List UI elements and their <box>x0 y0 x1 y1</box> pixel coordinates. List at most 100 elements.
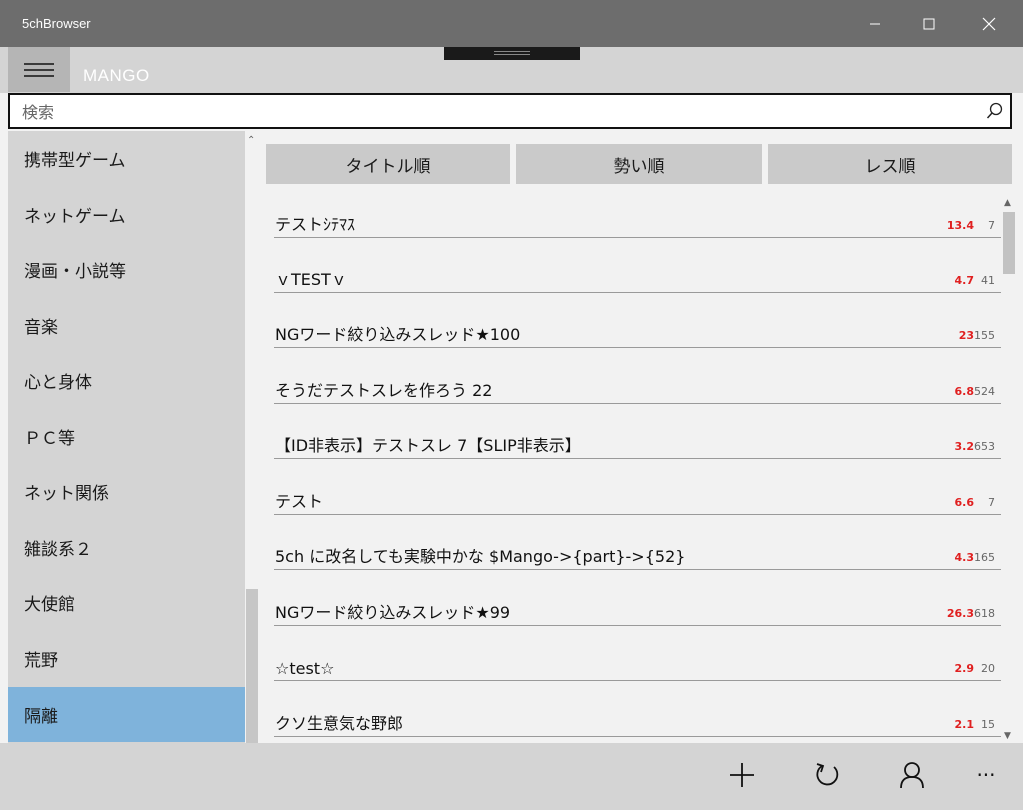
thread-title: NGワード絞り込みスレッド★100 <box>275 325 521 344</box>
sort-title-button[interactable]: タイトル順 <box>266 144 510 184</box>
category-label: ＰＣ等 <box>24 429 75 449</box>
maximize-icon <box>923 18 935 29</box>
account-button[interactable] <box>892 755 932 795</box>
minimize-button[interactable] <box>852 0 898 47</box>
thread-row[interactable]: そうだテストスレを作ろう 22 6.8 524 <box>274 364 1001 404</box>
category-label: 大使館 <box>24 595 75 615</box>
thread-res-count: 41 <box>981 274 995 287</box>
thread-res-count: 7 <box>988 496 995 509</box>
category-label: 漫画・小説等 <box>24 262 126 282</box>
sort-momentum-button[interactable]: 勢い順 <box>516 144 762 184</box>
thread-title: 5ch に改名しても実験中かな $Mango->{part}->{52} <box>275 547 686 566</box>
user-icon <box>900 762 924 789</box>
category-item[interactable]: 音楽 <box>8 298 245 353</box>
thread-res-count: 524 <box>974 385 995 398</box>
thread-row[interactable]: テストｼﾃﾏｽ 13.4 7 <box>274 198 1001 238</box>
thread-momentum: 2.1 <box>954 718 975 731</box>
thread-title: そうだテストスレを作ろう 22 <box>275 381 493 400</box>
thread-momentum: 3.2 <box>954 440 975 453</box>
more-icon: ··· <box>976 763 996 787</box>
new-thread-button[interactable] <box>722 755 762 795</box>
category-item-selected[interactable]: 隔離 <box>8 687 245 742</box>
thread-res-count: 15 <box>981 718 995 731</box>
thread-momentum: 23 <box>958 329 974 342</box>
refresh-icon <box>816 763 839 786</box>
plus-icon <box>730 763 754 787</box>
thread-row[interactable]: 5ch に改名しても実験中かな $Mango->{part}->{52} 4.3… <box>274 530 1001 570</box>
thread-title: 【ID非表示】テストスレ 7【SLIP非表示】 <box>275 436 581 455</box>
category-item[interactable]: ネット関係 <box>8 464 245 519</box>
thread-momentum: 26.3 <box>946 607 974 620</box>
thread-momentum: 4.7 <box>954 274 975 287</box>
category-item[interactable]: 雑談系２ <box>8 520 245 575</box>
thread-res-count: 618 <box>974 607 995 620</box>
sort-title-label: タイトル順 <box>345 156 431 177</box>
thread-row[interactable]: NGワード絞り込みスレッド★100 23 155 <box>274 308 1001 348</box>
drag-handle[interactable] <box>444 47 580 60</box>
scroll-thumb[interactable] <box>246 589 258 743</box>
maximize-button[interactable] <box>906 0 952 47</box>
category-label: 携帯型ゲーム <box>24 151 126 171</box>
category-label: 荒野 <box>24 651 58 671</box>
thread-res-count: 7 <box>988 219 995 232</box>
scroll-thumb[interactable] <box>1003 212 1015 274</box>
title-bar: 5chBrowser <box>0 0 1023 47</box>
app-window: 5chBrowser MANGO 検索 携帯型ゲーム ネットゲーム 漫画・小説等… <box>0 0 1023 810</box>
search-button[interactable] <box>986 102 1004 124</box>
thread-title: ｖTESTｖ <box>275 270 347 289</box>
app-header: MANGO <box>0 47 1023 93</box>
thread-row[interactable]: クソ生意気な野郎 2.1 15 <box>274 697 1001 737</box>
category-scrollbar[interactable]: ⌃ <box>245 131 259 743</box>
sort-res-button[interactable]: レス順 <box>768 144 1012 184</box>
hamburger-button[interactable] <box>8 47 70 92</box>
thread-res-count: 20 <box>981 662 995 675</box>
thread-scrollbar[interactable]: ▲ ▼ <box>1001 198 1017 743</box>
thread-momentum: 6.6 <box>954 496 975 509</box>
board-name: MANGO <box>83 66 150 85</box>
refresh-button[interactable] <box>807 755 847 795</box>
thread-res-count: 165 <box>974 551 995 564</box>
category-item[interactable]: 荒野 <box>8 631 245 686</box>
thread-momentum: 13.4 <box>946 219 974 232</box>
thread-row[interactable]: NGワード絞り込みスレッド★99 26.3 618 <box>274 586 1001 626</box>
thread-row[interactable]: 【ID非表示】テストスレ 7【SLIP非表示】 3.2 653 <box>274 419 1001 459</box>
thread-res-count: 653 <box>974 440 995 453</box>
scroll-up-icon[interactable]: ▲ <box>1004 198 1011 208</box>
sort-momentum-label: 勢い順 <box>613 156 665 177</box>
thread-title: NGワード絞り込みスレッド★99 <box>275 603 511 622</box>
command-bar: ··· <box>0 743 1023 810</box>
window-title: 5chBrowser <box>22 16 91 31</box>
sort-res-label: レス順 <box>864 156 916 177</box>
scroll-down-icon[interactable]: ▼ <box>1004 731 1011 741</box>
category-item[interactable]: 大使館 <box>8 575 245 630</box>
thread-row[interactable]: ☆test☆ 2.9 20 <box>274 641 1001 681</box>
thread-list: テストｼﾃﾏｽ 13.4 7 ｖTESTｖ 4.7 41 NGワード絞り込みスレ… <box>268 198 1001 743</box>
thread-row[interactable]: テスト 6.6 7 <box>274 475 1001 515</box>
category-label: ネットゲーム <box>24 207 126 227</box>
thread-row[interactable]: ｖTESTｖ 4.7 41 <box>274 253 1001 293</box>
category-item[interactable]: ネットゲーム <box>8 187 245 242</box>
thread-title: ☆test☆ <box>275 659 335 678</box>
category-item[interactable]: 携帯型ゲーム <box>8 131 245 186</box>
scroll-up-icon[interactable]: ⌃ <box>247 135 255 146</box>
thread-momentum: 6.8 <box>954 385 975 398</box>
category-list: 携帯型ゲーム ネットゲーム 漫画・小説等 音楽 心と身体 ＰＣ等 ネット関係 雑… <box>8 131 245 743</box>
more-button[interactable]: ··· <box>966 755 1006 795</box>
category-item[interactable]: ＰＣ等 <box>8 409 245 464</box>
category-item[interactable]: 漫画・小説等 <box>8 242 245 297</box>
category-label: 雑談系２ <box>24 540 92 560</box>
thread-title: テストｼﾃﾏｽ <box>275 215 356 234</box>
search-box <box>8 93 1012 129</box>
close-icon <box>982 17 996 30</box>
close-button[interactable] <box>966 0 1012 47</box>
category-label: 隔離 <box>24 707 58 727</box>
thread-momentum: 4.3 <box>954 551 975 564</box>
thread-res-count: 155 <box>974 329 995 342</box>
category-item[interactable]: 心と身体 <box>8 353 245 408</box>
hamburger-icon <box>24 62 54 77</box>
category-label: 心と身体 <box>24 373 92 393</box>
thread-title: クソ生意気な野郎 <box>275 714 404 733</box>
category-label: ネット関係 <box>24 484 109 504</box>
search-input[interactable] <box>20 95 984 129</box>
thread-momentum: 2.9 <box>954 662 975 675</box>
